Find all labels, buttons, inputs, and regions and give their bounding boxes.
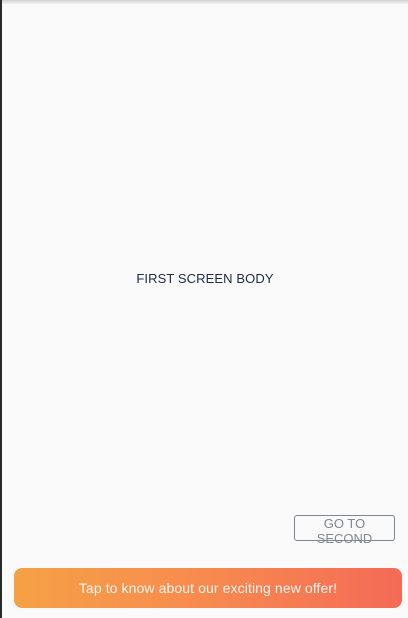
offer-banner-text: Tap to know about our exciting new offer… [78,580,338,596]
screen-body-text: FIRST SCREEN BODY [136,271,274,286]
go-to-second-button[interactable]: GO TO SECOND [294,515,395,546]
app-screen: FIRST SCREEN BODY GO TO SECOND Tap to kn… [0,0,408,618]
offer-banner[interactable]: Tap to know about our exciting new offer… [14,568,402,608]
status-bar [2,0,408,4]
